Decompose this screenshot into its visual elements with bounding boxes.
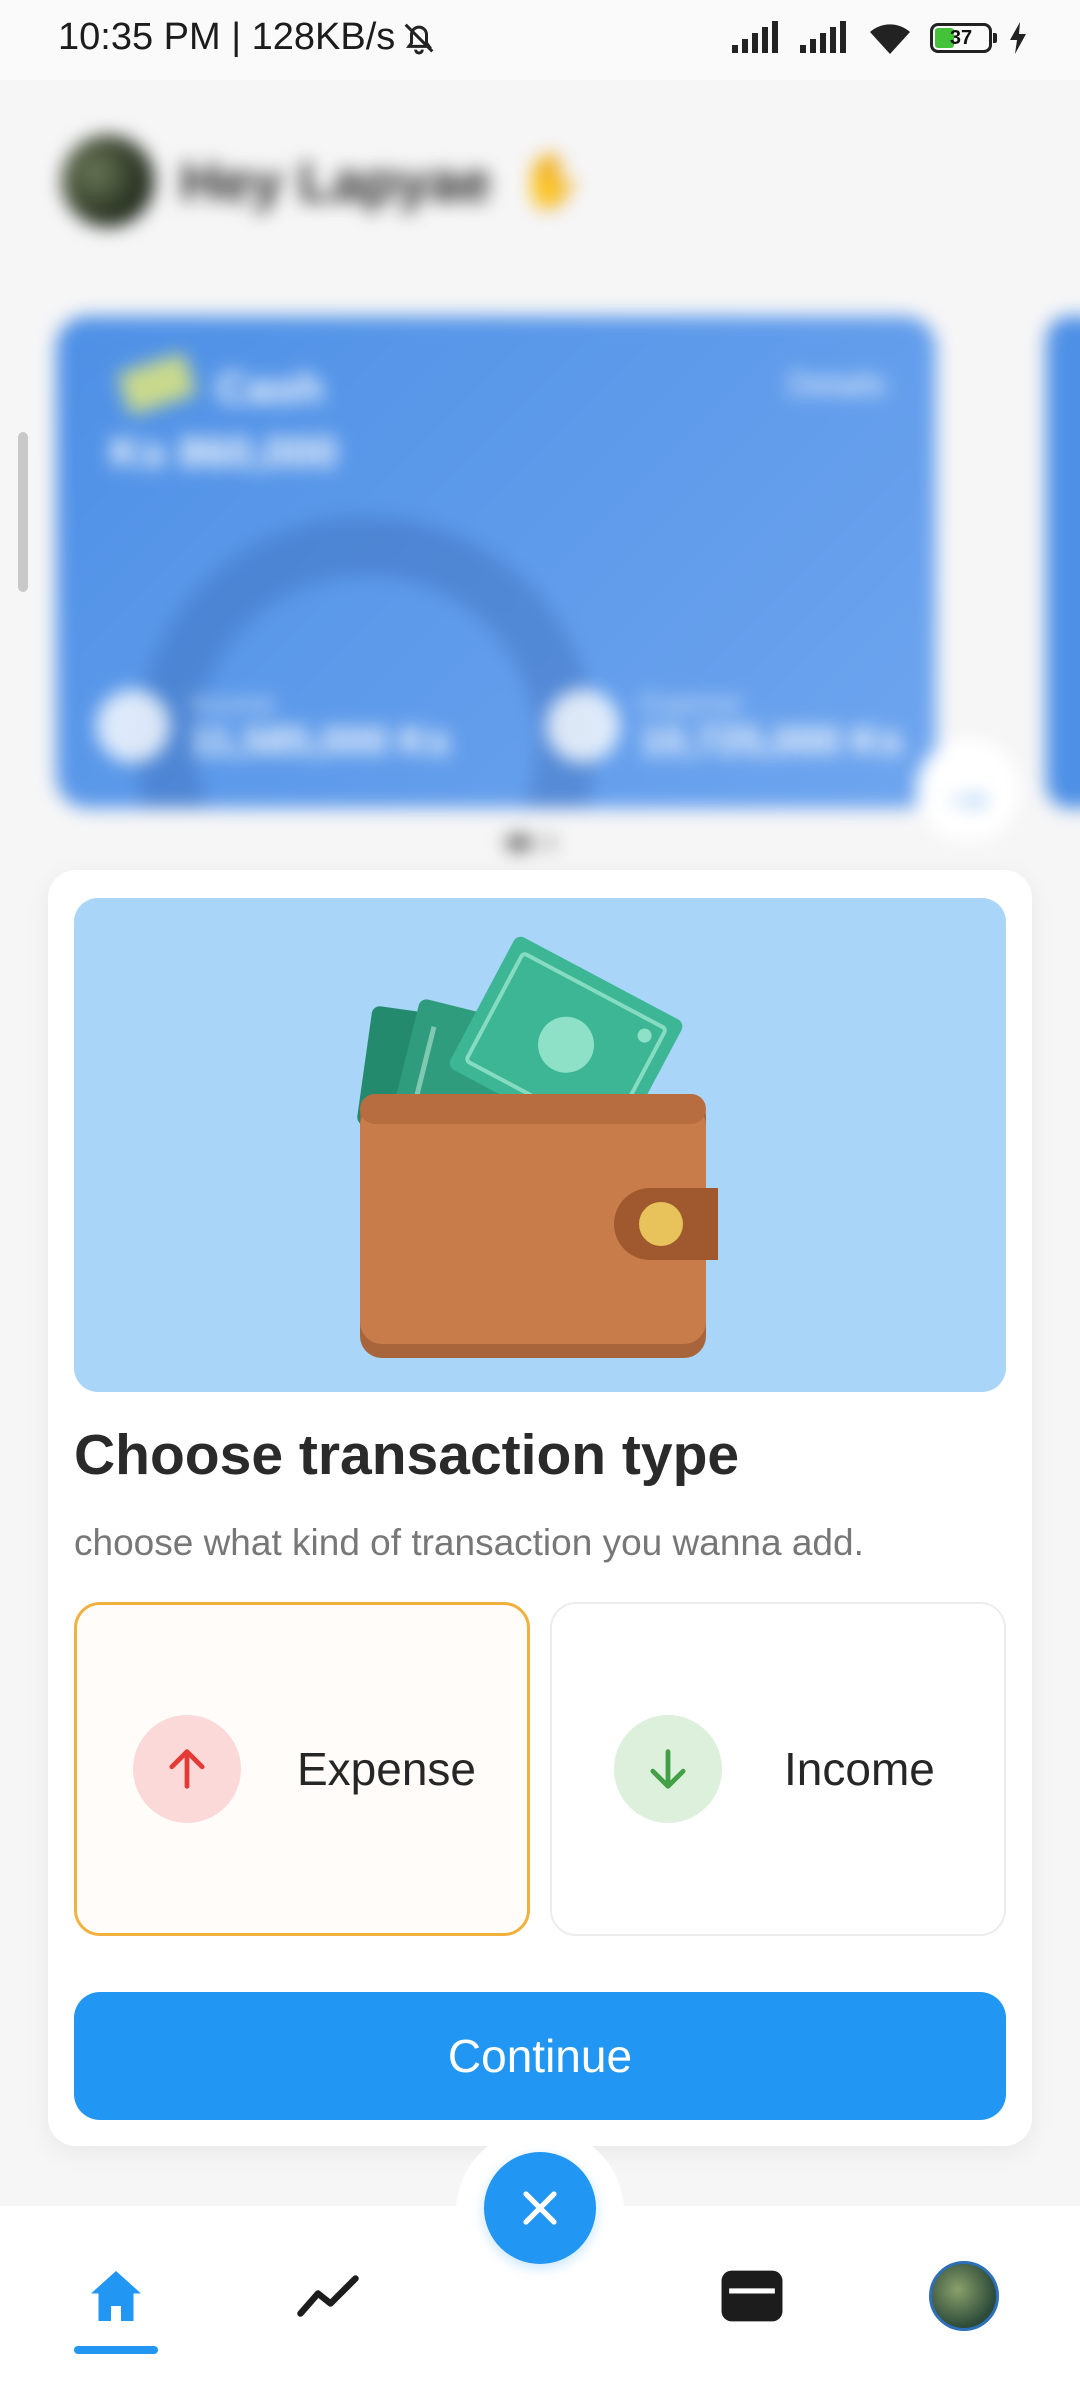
signal-icon-2 (800, 21, 846, 53)
wallet-icon-illustration (357, 936, 718, 1358)
sheet-subtitle: choose what kind of transaction you wann… (74, 1522, 864, 1563)
close-icon (523, 2191, 557, 2225)
card-balance: Ks 860,000 (110, 428, 338, 477)
carousel-dots (506, 836, 556, 850)
status-left: 10:35 PM | 128KB/s (58, 16, 439, 59)
battery-level: 37 (949, 26, 973, 49)
wallet-illustration (74, 898, 1006, 1392)
nav-wallet[interactable] (712, 2256, 792, 2336)
charging-icon (1010, 22, 1026, 54)
status-right: 37 (730, 20, 1028, 56)
nav-stats[interactable] (288, 2256, 368, 2336)
wallet-card: Cash Details Ks 860,000 Income 11,585,00… (56, 316, 936, 808)
card-details-link: Details (788, 366, 886, 402)
income-stat-value: 11,585,000 Ks (190, 719, 451, 763)
card-decoration (136, 516, 596, 808)
profile-avatar (929, 2261, 999, 2331)
expense-option[interactable]: Expense (74, 1602, 530, 1936)
expense-option-label: Expense (297, 1743, 477, 1795)
continue-button[interactable]: Continue (74, 1992, 1006, 2120)
nav-home[interactable] (76, 2256, 156, 2336)
income-stat-icon (96, 689, 170, 763)
cash-icon (116, 352, 198, 416)
next-wallet-card (1046, 316, 1080, 808)
wave-hand-icon: ✋ (517, 150, 585, 211)
transaction-type-sheet: Choose transaction type choose what kind… (48, 870, 1032, 2146)
wifi-icon (870, 24, 910, 54)
nav-profile[interactable] (924, 2256, 1004, 2336)
greeting-row: Hey Lapyae ✋ (62, 135, 585, 227)
expense-stat-label: Expense (640, 688, 742, 718)
expense-stat: Expense 10,725,000 Ks (546, 688, 902, 764)
income-stat-label: Income (190, 688, 276, 718)
bell-off-icon (404, 23, 434, 54)
status-bar: 10:35 PM | 128KB/s 37 (0, 0, 1080, 80)
arrow-down-icon (614, 1715, 722, 1823)
card-name: Cash (216, 364, 324, 413)
avatar (62, 135, 154, 227)
signal-icon (732, 21, 778, 53)
wallet-icon (721, 2270, 783, 2322)
status-time-speed: 10:35 PM | 128KB/s (58, 16, 396, 58)
sheet-title: Choose transaction type (74, 1423, 740, 1487)
home-icon (91, 2271, 141, 2321)
stats-icon (297, 2275, 359, 2317)
arrow-right-icon: → (916, 738, 1020, 842)
income-option[interactable]: Income (550, 1602, 1006, 1936)
income-stat: Income 11,585,000 Ks (96, 688, 450, 764)
arrow-up-icon (133, 1715, 241, 1823)
expense-stat-icon (546, 689, 620, 763)
income-option-label: Income (784, 1743, 935, 1795)
expense-stat-value: 10,725,000 Ks (640, 719, 903, 763)
close-fab-button[interactable] (484, 2152, 596, 2264)
battery-indicator: 37 (930, 23, 997, 53)
nav-active-indicator (74, 2346, 158, 2354)
greeting-text: Hey Lapyae (180, 149, 492, 213)
scrollbar (18, 432, 28, 592)
